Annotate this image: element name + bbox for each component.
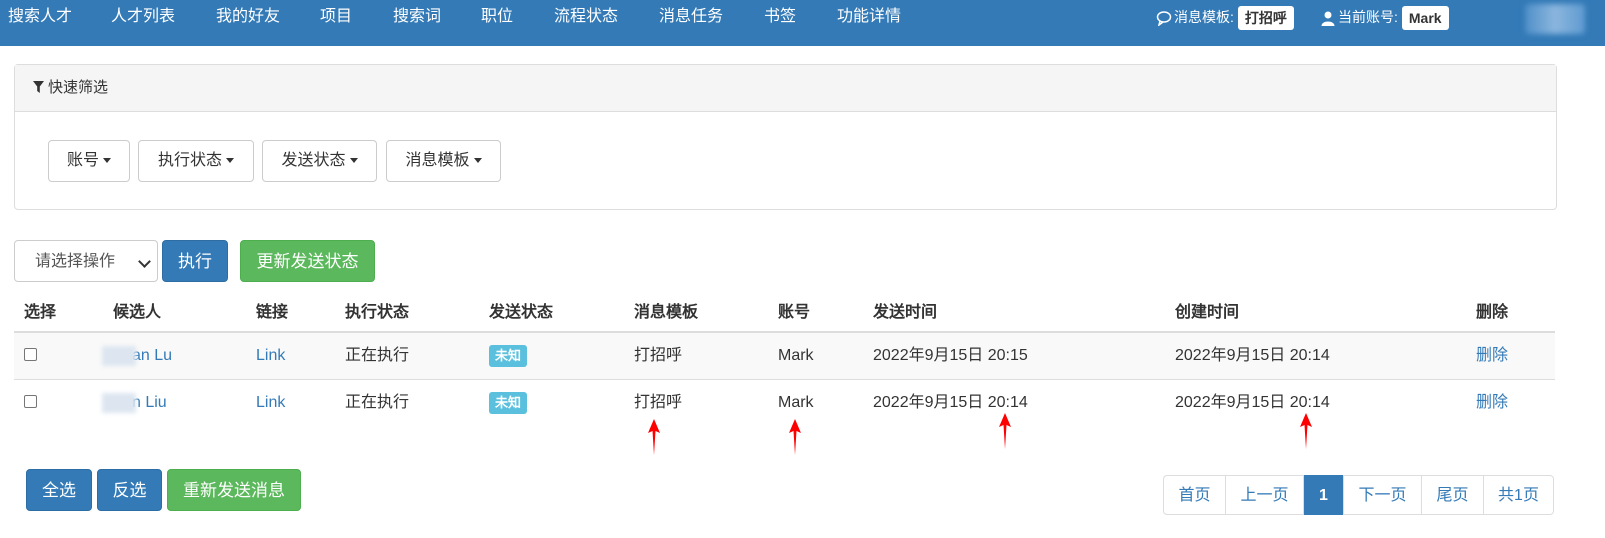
nav-search-talent[interactable]: 搜索人才 [8,0,72,34]
user-icon [1321,11,1335,27]
pagination-current[interactable]: 1 [1304,475,1343,515]
create-time-cell: 2022年9月15日 20:14 [1175,347,1330,364]
quick-filter-panel: 快速筛选 账号 执行状态 发送状态 消息模板 [14,64,1557,210]
chevron-down-icon [138,255,151,268]
col-header-send-time: 发送时间 [873,304,938,321]
pagination-next[interactable]: 下一页 [1343,475,1422,515]
exec-status-filter-label: 执行状态 [157,152,222,169]
nav-process-status[interactable]: 流程状态 [554,0,618,34]
col-header-delete: 删除 [1476,304,1509,321]
caret-down-icon [103,158,111,164]
nav-talent-list[interactable]: 人才列表 [111,0,175,34]
candidate-link[interactable]: n Liu [132,394,167,411]
account-value: Mark [1401,6,1449,31]
status-badge: 未知 [489,391,528,414]
col-header-account: 账号 [778,304,811,321]
resend-message-button[interactable]: 重新发送消息 [167,469,301,511]
nav-bookmarks[interactable]: 书签 [764,0,796,34]
row-checkbox[interactable] [24,348,37,361]
nav-my-friends[interactable]: 我的好友 [216,0,280,34]
top-navbar: 搜索人才 人才列表 我的好友 项目 搜索词 职位 流程状态 消息任务 书签 功能… [0,0,1605,46]
row-checkbox[interactable] [24,395,37,408]
delete-link[interactable]: 删除 [1476,333,1508,378]
table-row: an Lu Link 正在执行 未知 打招呼 Mark 2022年9月15日 2… [14,331,1555,380]
col-header-select: 选择 [24,304,57,321]
operation-select[interactable]: 请选择操作 [14,240,158,282]
nav-projects[interactable]: 项目 [320,0,352,34]
avatar[interactable] [1525,4,1585,34]
redacted-name [102,392,136,413]
send-status-filter-dropdown[interactable]: 发送状态 [262,140,377,182]
annotation-arrow-icon [789,419,801,455]
template-filter-label: 消息模板 [405,152,470,169]
pagination-prev[interactable]: 上一页 [1225,475,1304,515]
send-time-cell: 2022年9月15日 20:15 [873,347,1028,364]
col-header-link: 链接 [256,304,289,321]
annotation-arrow-icon [648,419,660,455]
candidate-cell[interactable]: an Lu [102,333,172,378]
exec-status-cell: 正在执行 [345,394,410,411]
col-header-candidate: 候选人 [113,304,162,321]
account-cell: Mark [778,347,814,364]
account-filter-label: 账号 [66,152,99,169]
account-filter-dropdown[interactable]: 账号 [48,140,130,182]
pagination-first[interactable]: 首页 [1163,475,1226,515]
caret-down-icon [473,158,482,164]
caret-down-icon [349,158,358,164]
redacted-name [102,345,136,366]
execute-button[interactable]: 执行 [162,240,228,282]
comment-icon [1156,11,1172,27]
pagination-total: 共1页 [1483,475,1554,515]
exec-status-filter-dropdown[interactable]: 执行状态 [138,140,254,182]
send-status-cell: 未知 [489,333,528,378]
send-status-filter-label: 发送状态 [281,152,346,169]
candidate-cell[interactable]: n Liu [102,380,167,425]
col-header-exec-status: 执行状态 [345,304,410,321]
quick-filter-title: 快速筛选 [48,79,109,96]
template-value: 打招呼 [1237,6,1294,31]
candidate-link[interactable]: an Lu [132,347,172,364]
col-header-create-time: 创建时间 [1175,304,1240,321]
invert-selection-button[interactable]: 反选 [97,469,162,511]
col-header-template: 消息模板 [634,304,699,321]
nav-positions[interactable]: 职位 [481,0,513,34]
table-row: n Liu Link 正在执行 未知 打招呼 Mark 2022年9月15日 2… [14,379,1555,427]
operation-select-value: 请选择操作 [35,253,116,270]
nav-search-terms[interactable]: 搜索词 [393,0,441,34]
send-status-cell: 未知 [489,380,528,425]
col-header-send-status: 发送状态 [489,304,554,321]
account-indicator[interactable]: 当前账号: Mark [1320,0,1449,34]
delete-link[interactable]: 删除 [1476,380,1508,425]
template-filter-dropdown[interactable]: 消息模板 [386,140,501,182]
profile-link[interactable]: Link [256,333,285,378]
template-indicator[interactable]: 消息模板: 打招呼 [1156,0,1294,34]
annotation-arrow-icon [999,413,1011,449]
caret-down-icon [226,158,234,164]
pagination-last[interactable]: 尾页 [1421,475,1484,515]
select-all-button[interactable]: 全选 [26,469,92,511]
filter-icon [33,81,44,93]
exec-status-cell: 正在执行 [345,347,410,364]
profile-link[interactable]: Link [256,380,285,425]
quick-filter-header: 快速筛选 [15,65,1556,112]
template-cell: 打招呼 [634,347,683,364]
nav-feature-details[interactable]: 功能详情 [837,0,901,34]
account-label: 当前账号: [1338,9,1398,25]
template-label: 消息模板: [1174,9,1234,25]
update-send-status-button[interactable]: 更新发送状态 [240,240,375,282]
nav-message-tasks[interactable]: 消息任务 [659,0,723,34]
annotation-arrow-icon [1300,413,1312,449]
status-badge: 未知 [489,344,528,367]
